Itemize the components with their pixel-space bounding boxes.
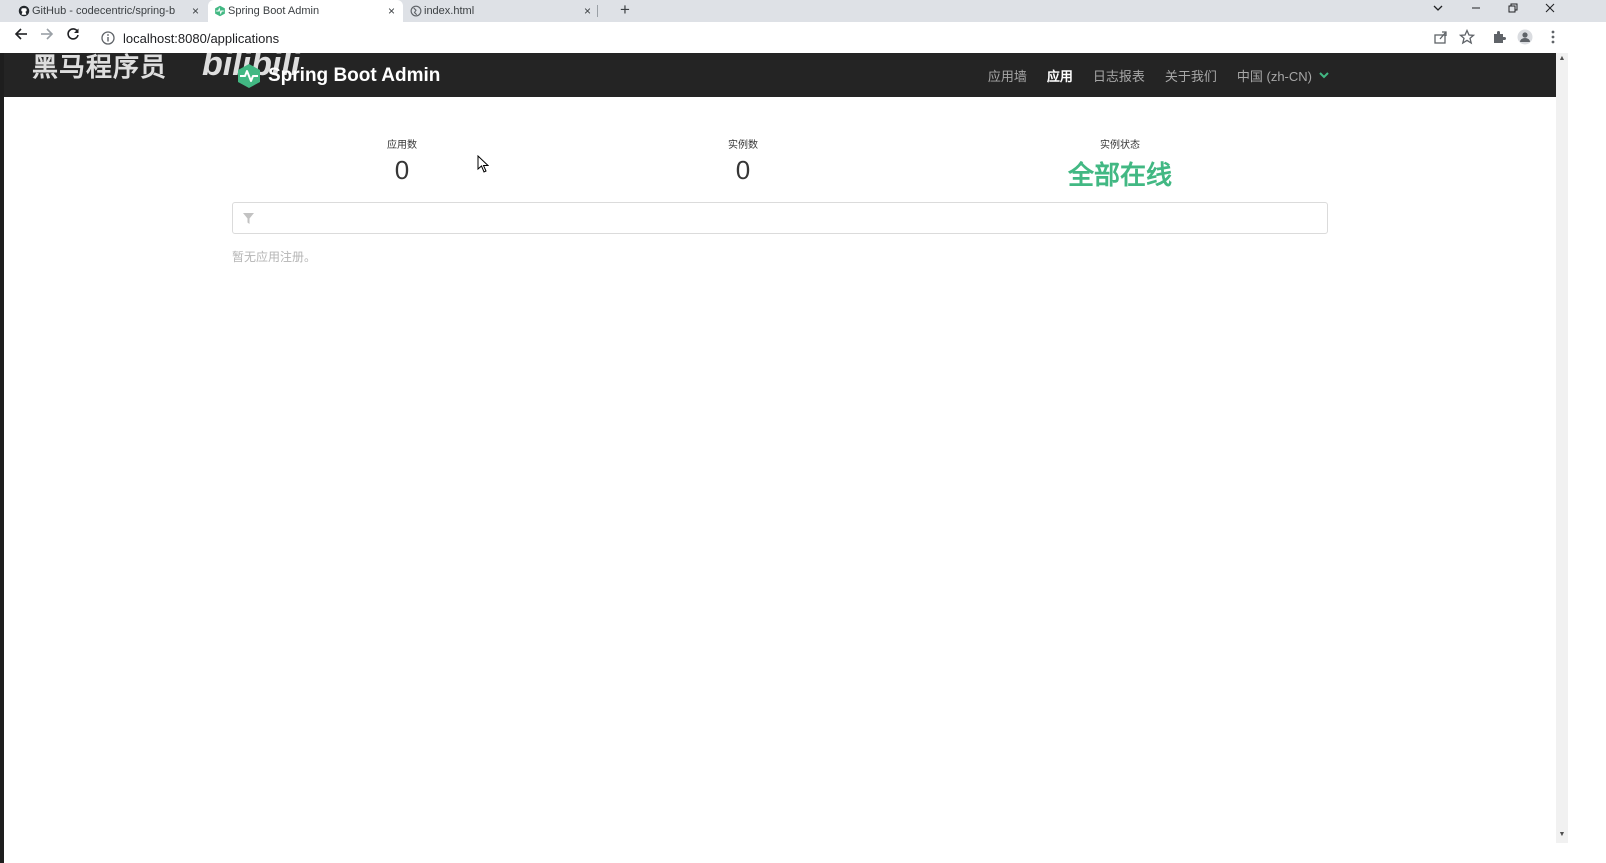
spring-boot-admin-icon xyxy=(215,5,225,17)
video-watermark-text: 黑马程序员 xyxy=(32,52,168,82)
tab-search-button[interactable] xyxy=(1420,0,1456,22)
arrow-right-icon xyxy=(41,28,54,40)
stat-instance-status: 实例状态 全部在线 xyxy=(1020,136,1220,192)
close-icon xyxy=(1545,3,1555,13)
tab-index-html[interactable]: index.html × xyxy=(404,0,599,22)
brand-link[interactable]: Spring Boot Admin xyxy=(236,61,440,91)
star-icon[interactable] xyxy=(1459,29,1475,45)
forward-button[interactable] xyxy=(37,27,57,47)
more-vert-icon[interactable] xyxy=(1545,29,1561,45)
spring-boot-admin-logo-icon xyxy=(238,64,260,88)
new-tab-button[interactable]: + xyxy=(620,1,630,19)
scrollbar[interactable]: ▲ ▼ xyxy=(1556,53,1568,843)
stat-label: 实例状态 xyxy=(1100,140,1140,151)
tab-close-button[interactable]: × xyxy=(192,4,199,18)
profile-icon[interactable] xyxy=(1517,29,1533,45)
tab-close-button[interactable]: × xyxy=(584,4,591,18)
back-button[interactable] xyxy=(11,27,31,47)
mouse-cursor-icon xyxy=(477,155,489,173)
arrow-left-icon xyxy=(14,28,27,40)
tab-github[interactable]: GitHub - codecentric/spring-b × xyxy=(12,0,207,22)
window-edge xyxy=(0,53,4,863)
globe-icon xyxy=(410,5,422,17)
stat-instances: 实例数 0 xyxy=(643,136,843,186)
tab-title: index.html xyxy=(424,5,475,17)
stat-value: 0 xyxy=(394,155,410,185)
nav-item-applications[interactable]: 应用 xyxy=(1047,66,1073,85)
restore-icon xyxy=(1508,3,1518,13)
minimize-button[interactable] xyxy=(1458,0,1494,22)
stat-label: 实例数 xyxy=(728,140,758,151)
brand-title: Spring Boot Admin xyxy=(268,65,441,86)
extensions-icon[interactable] xyxy=(1491,29,1507,45)
tab-title: GitHub - codecentric/spring-b xyxy=(32,5,176,17)
chevron-down-icon xyxy=(1433,5,1443,11)
stat-value: 0 xyxy=(735,155,751,185)
filter-icon xyxy=(243,213,254,224)
share-icon[interactable] xyxy=(1433,29,1449,45)
nav-item-about[interactable]: 关于我们 xyxy=(1165,66,1217,85)
language-selector[interactable]: 中国 (zh-CN) xyxy=(1237,66,1330,85)
stat-label: 应用数 xyxy=(387,140,417,151)
scroll-down-icon[interactable]: ▼ xyxy=(1556,831,1568,838)
nav-item-wallboard[interactable]: 应用墙 xyxy=(988,66,1027,85)
tab-separator xyxy=(597,5,598,17)
empty-state-message: 暂无应用注册。 xyxy=(232,250,317,264)
filter-input[interactable] xyxy=(263,203,1317,235)
minimize-icon xyxy=(1472,7,1480,9)
nav-item-journal[interactable]: 日志报表 xyxy=(1093,66,1145,85)
tab-spring-boot-admin[interactable]: Spring Boot Admin × xyxy=(208,0,403,22)
status-value: 全部在线 xyxy=(1067,160,1172,190)
restore-button[interactable] xyxy=(1495,0,1531,22)
nav-menu: 应用墙 应用 日志报表 关于我们 中国 (zh-CN) xyxy=(968,53,1330,97)
scroll-up-icon[interactable]: ▲ xyxy=(1556,55,1568,62)
info-icon xyxy=(101,31,115,45)
tab-title: Spring Boot Admin xyxy=(228,5,320,17)
language-label: 中国 (zh-CN) xyxy=(1236,68,1312,84)
filter-box xyxy=(232,202,1328,235)
chevron-down-icon xyxy=(1319,72,1329,79)
tab-close-button[interactable]: × xyxy=(388,4,395,18)
close-window-button[interactable] xyxy=(1532,0,1568,22)
app-navbar: 黑马程序员 bilibili Spring Boot Admin 应用墙 应用 … xyxy=(4,45,1556,97)
browser-tab-strip: GitHub - codecentric/spring-b × Spring B… xyxy=(0,0,1606,22)
url-text: localhost:8080/applications xyxy=(123,30,280,46)
reload-button[interactable] xyxy=(63,27,83,47)
github-icon xyxy=(18,5,30,17)
reload-icon xyxy=(67,28,79,40)
stat-applications: 应用数 0 xyxy=(302,136,502,186)
